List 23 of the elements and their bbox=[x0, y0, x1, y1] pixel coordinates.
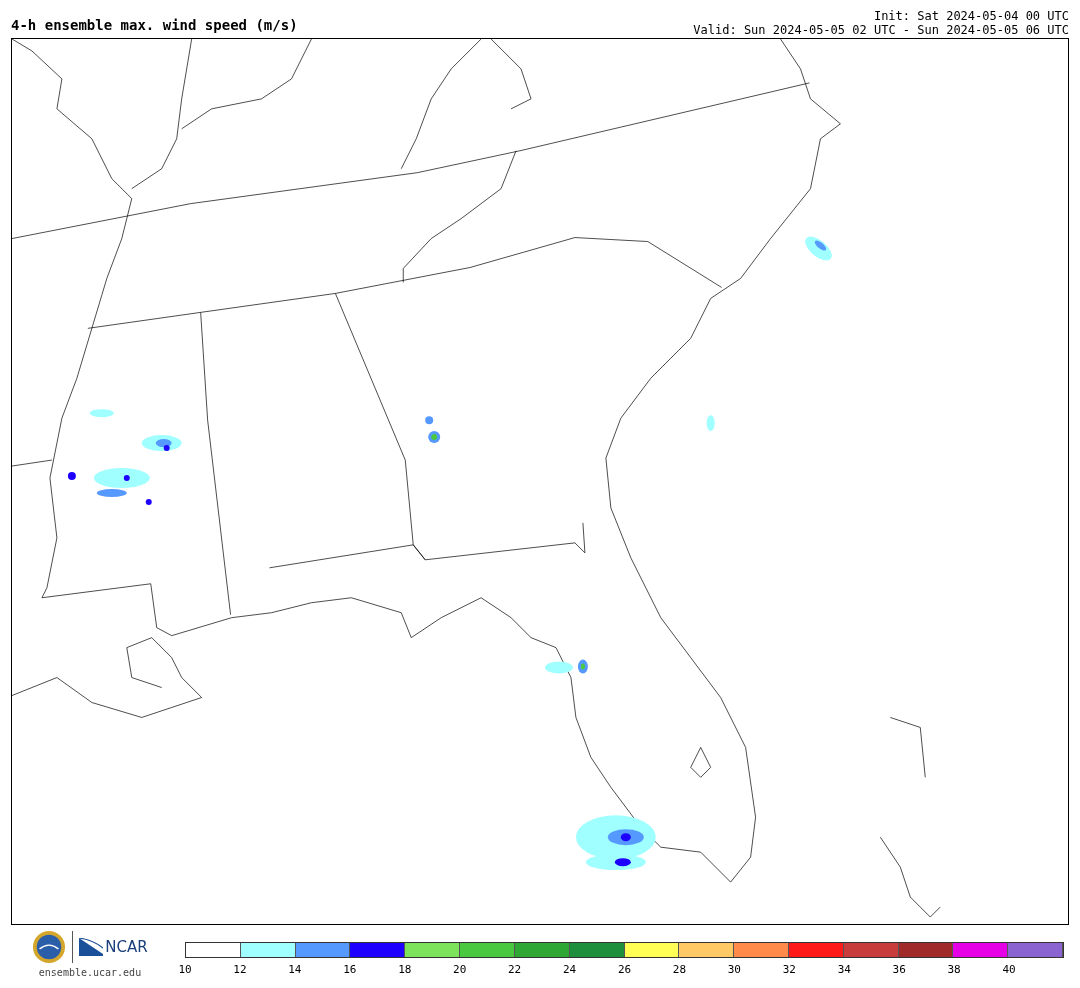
legend-tick-label: 26 bbox=[616, 963, 633, 976]
legend-tick-label: 34 bbox=[836, 963, 852, 976]
legend-tick-label: 36 bbox=[891, 963, 907, 976]
site-url: ensemble.ucar.edu bbox=[38, 967, 142, 978]
ncar-mark-icon bbox=[79, 938, 104, 956]
legend-tick-label: 38 bbox=[946, 963, 962, 976]
legend-tick-label: 32 bbox=[781, 963, 797, 976]
legend-tick-label: 28 bbox=[671, 963, 688, 976]
legend-tick-label: 20 bbox=[452, 963, 468, 976]
legend-tick-label: 12 bbox=[232, 963, 248, 976]
legend-tick-label: 30 bbox=[726, 963, 742, 976]
legend-tick-label: 10 bbox=[177, 963, 193, 976]
valid-time: Valid: Sun 2024-05-05 02 UTC - Sun 2024-05-05 06 UTC bbox=[693, 23, 1069, 37]
init-time: Init: Sat 2024-05-04 00 UTC bbox=[873, 9, 1069, 23]
legend-tick-label: 24 bbox=[561, 963, 578, 976]
legend-tick-label: 40 bbox=[1001, 963, 1017, 976]
legend-tick-label: 18 bbox=[397, 963, 413, 976]
logo-text: NCAR bbox=[105, 938, 148, 956]
plot-title: 4-h ensemble max. wind speed (m/s) bbox=[11, 16, 298, 35]
legend-tick-label: 14 bbox=[287, 963, 303, 976]
legend-tick-label: 16 bbox=[342, 963, 358, 976]
globe-seal-icon bbox=[32, 930, 67, 964]
legend-tick-label: 22 bbox=[507, 963, 523, 976]
